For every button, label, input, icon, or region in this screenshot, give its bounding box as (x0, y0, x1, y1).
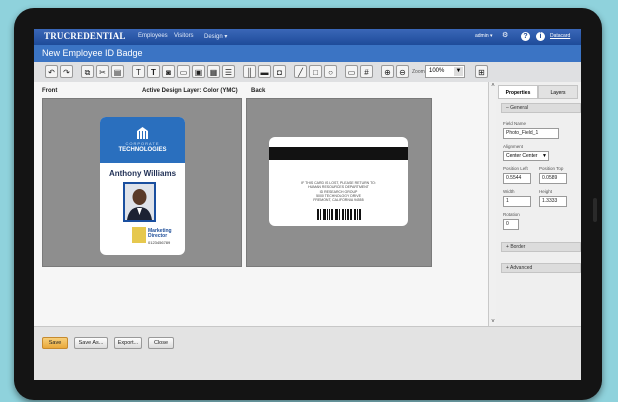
nav-employees[interactable]: Employees (138, 33, 168, 39)
return-address-text: IF THIS CARD IS LOST, PLEASE RETURN TO: … (269, 181, 408, 202)
job-title: Marketing Director (148, 229, 172, 239)
person-photo-icon (125, 184, 154, 220)
border-section-header[interactable]: + Border (501, 242, 581, 252)
general-section-title: General (510, 105, 528, 111)
front-card-panel[interactable]: CORPORATE TECHNOLOGIES Anthony Williams (42, 98, 242, 267)
general-section-header[interactable]: – General (501, 103, 581, 113)
gear-icon[interactable]: ⚙ (502, 31, 508, 39)
text-field-icon[interactable]: T (132, 65, 145, 78)
panel-icon[interactable]: ▭ (345, 65, 358, 78)
field-name-input[interactable]: Photo_Field_1 (503, 128, 559, 139)
barcode-icon[interactable]: ║ (243, 65, 256, 78)
alignment-label: Alignment (503, 144, 524, 149)
export-button[interactable]: Export... (114, 337, 142, 349)
collapse-icon: – (506, 105, 509, 111)
document-title-bar: New Employee ID Badge (34, 45, 581, 62)
static-text-icon[interactable]: T (147, 65, 160, 78)
back-card-panel[interactable]: IF THIS CARD IS LOST, PLEASE RETURN TO: … (246, 98, 432, 267)
position-top-input[interactable]: 0.0589 (539, 173, 567, 184)
redo-icon[interactable]: ↷ (60, 65, 73, 78)
company-tagline: CORPORATE (125, 141, 160, 146)
zoom-out-icon[interactable]: ⊖ (396, 65, 409, 78)
width-label: Width (503, 189, 515, 194)
help-icon[interactable]: ? (521, 32, 530, 41)
employee-photo-field[interactable] (123, 182, 156, 222)
expand-icon: + (506, 244, 509, 250)
field-name-label: Field Name (503, 121, 527, 126)
zoom-label: Zoom (412, 69, 425, 75)
bottom-action-bar: Save Save As... Export... Close (34, 326, 581, 380)
image-field-icon[interactable]: ▣ (192, 65, 205, 78)
rotation-label: Rotation (503, 212, 520, 217)
company-name: TECHNOLOGIES (118, 147, 167, 153)
undo-icon[interactable]: ↶ (45, 65, 58, 78)
employee-number: 0123456789 (148, 240, 171, 245)
chevron-down-icon: ▼ (542, 153, 547, 159)
user-menu[interactable]: admin ▾ (475, 33, 493, 39)
signature-icon[interactable]: ▦ (207, 65, 220, 78)
close-button[interactable]: Close (148, 337, 174, 349)
smartcard-icon[interactable]: ◘ (273, 65, 286, 78)
employee-name[interactable]: Anthony Williams (100, 169, 185, 178)
position-left-label: Position Left (503, 166, 528, 171)
barcode-icon (317, 209, 361, 220)
alignment-value: Center Center (506, 153, 538, 159)
expand-icon: + (506, 265, 509, 271)
image-icon[interactable]: ▭ (177, 65, 190, 78)
position-left-input[interactable]: 0.5544 (503, 173, 531, 184)
card-header-band: CORPORATE TECHNOLOGIES (100, 117, 185, 163)
qr-code-icon (132, 227, 146, 243)
zoom-in-icon[interactable]: ⊕ (381, 65, 394, 78)
grid-icon[interactable]: # (360, 65, 373, 78)
layout-icon[interactable]: ⊞ (475, 65, 488, 78)
tablet-frame: TRUCREDENTIAL Employees Visitors Design … (14, 8, 602, 400)
list-icon[interactable]: ☰ (222, 65, 235, 78)
info-icon[interactable]: i (536, 32, 545, 41)
magnetic-stripe (269, 147, 408, 160)
advanced-section-title: Advanced (510, 265, 533, 271)
active-layer-label: Active Design Layer: Color (YMC) (142, 88, 238, 94)
position-top-label: Position Top (539, 166, 564, 171)
ellipse-icon[interactable]: ○ (324, 65, 337, 78)
design-toolbar: ↶ ↷ ⧉ ✂ ▤ T T ◙ ▭ ▣ ▦ ☰ ║ ▬ ◘ ╱ □ ○ ▭ # … (34, 62, 581, 83)
zoom-value: 100% (429, 68, 445, 74)
alignment-select[interactable]: Center Center ▼ (503, 151, 549, 161)
front-card[interactable]: CORPORATE TECHNOLOGIES Anthony Williams (100, 117, 185, 255)
company-logo-icon (137, 127, 148, 139)
height-label: Height (539, 189, 553, 194)
rotation-input[interactable]: 0 (503, 219, 519, 230)
width-input[interactable]: 1 (503, 196, 531, 207)
cut-icon[interactable]: ✂ (96, 65, 109, 78)
top-nav-bar: TRUCREDENTIAL Employees Visitors Design … (34, 29, 581, 45)
page-title: New Employee ID Badge (42, 48, 143, 58)
nav-visitors[interactable]: Visitors (174, 33, 194, 39)
height-input[interactable]: 1.3333 (539, 196, 567, 207)
brand-logo: TRUCREDENTIAL (44, 31, 126, 41)
nav-design[interactable]: Design ▾ (204, 33, 227, 40)
tab-layers[interactable]: Layers (538, 85, 578, 99)
line-icon[interactable]: ╱ (294, 65, 307, 78)
app-screen: TRUCREDENTIAL Employees Visitors Design … (34, 29, 581, 380)
zoom-select[interactable]: 100% ▼ (425, 65, 465, 78)
return-line: FREMONT, CALIFORNIA 94555 (313, 198, 364, 203)
job-title-line2: Director (148, 233, 168, 239)
datacard-link[interactable]: Datacard (550, 33, 570, 39)
chevron-down-icon: ▼ (454, 67, 463, 76)
back-card[interactable]: IF THIS CARD IS LOST, PLEASE RETURN TO: … (269, 137, 408, 226)
properties-panel: Properties Layers – General Field Name P… (496, 82, 581, 326)
photo-field-icon[interactable]: ◙ (162, 65, 175, 78)
design-canvas: Front Active Design Layer: Color (YMC) B… (34, 82, 488, 326)
advanced-section-header[interactable]: + Advanced (501, 263, 581, 273)
copy-icon[interactable]: ⧉ (81, 65, 94, 78)
tab-properties[interactable]: Properties (498, 85, 538, 99)
rectangle-icon[interactable]: □ (309, 65, 322, 78)
magstripe-icon[interactable]: ▬ (258, 65, 271, 78)
front-label: Front (42, 88, 58, 94)
back-label: Back (251, 88, 266, 94)
paste-icon[interactable]: ▤ (111, 65, 124, 78)
tablet-side-button (593, 198, 597, 222)
border-section-title: Border (510, 244, 526, 250)
save-as-button[interactable]: Save As... (74, 337, 108, 349)
save-button[interactable]: Save (42, 337, 68, 349)
